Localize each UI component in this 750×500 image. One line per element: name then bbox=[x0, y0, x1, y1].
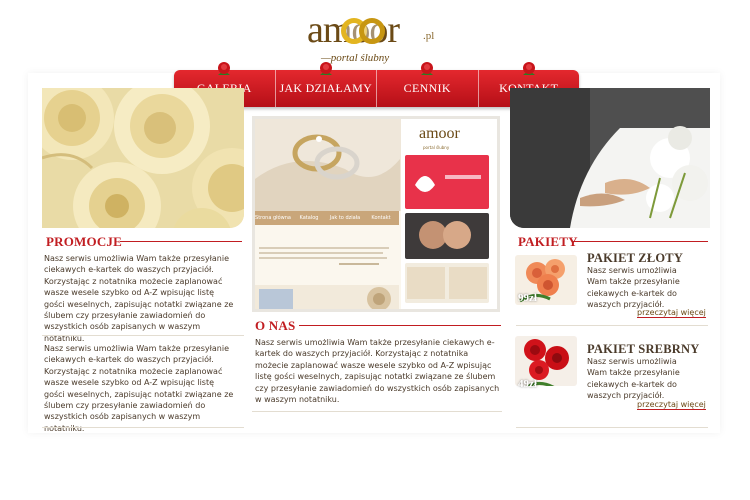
onas-heading: O NAS bbox=[255, 318, 296, 333]
nav-item-cennik[interactable]: CENNIK bbox=[377, 62, 479, 107]
rose-icon bbox=[319, 62, 332, 75]
rose-icon bbox=[218, 62, 231, 75]
divider bbox=[42, 427, 244, 428]
preview-logo-subtitle: portal ślubny bbox=[423, 145, 450, 150]
preview-thumbnails bbox=[405, 263, 489, 303]
preview-nav: Strona główna Katalog Jak to działa Kont… bbox=[255, 211, 399, 225]
promocje-paragraph: Nasz serwis umożliwia Wam także przesyła… bbox=[44, 254, 234, 343]
promocje-heading: PROMOCJE bbox=[46, 234, 122, 249]
preview-text-lines bbox=[259, 245, 395, 287]
wedding-photo bbox=[510, 88, 710, 228]
preview-nav-item: Katalog bbox=[299, 215, 319, 221]
preview-sidebar: amoor portal ślubny bbox=[401, 119, 497, 309]
ring-icon bbox=[359, 18, 385, 44]
preview-kiss-photo bbox=[405, 213, 489, 259]
gold-package-price: 99zł bbox=[518, 292, 537, 304]
silver-package-read-more[interactable]: przeczytaj więcej bbox=[637, 400, 706, 410]
pakiety-heading: PAKIETY bbox=[518, 234, 578, 249]
rose-icon bbox=[421, 62, 434, 75]
onas-paragraph: Nasz serwis umożliwia Wam także przesyła… bbox=[255, 338, 500, 405]
preview-nav-item: Kontakt bbox=[371, 215, 391, 221]
onas-divider bbox=[299, 325, 501, 326]
divider bbox=[42, 335, 244, 336]
gold-package-read-more[interactable]: przeczytaj więcej bbox=[637, 308, 706, 318]
silver-package-title: PAKIET SREBRNY bbox=[587, 342, 700, 356]
nav-item-jak-dzialamy[interactable]: JAK DZIAŁAMY bbox=[276, 62, 377, 107]
pakiety-divider bbox=[572, 241, 708, 242]
preview-red-card bbox=[405, 155, 489, 209]
preview-footer bbox=[255, 285, 399, 309]
gold-package-title: PAKIET ZŁOTY bbox=[587, 251, 684, 265]
preview-nav-item: Jak to działa bbox=[329, 215, 361, 221]
nav-label: JAK DZIAŁAMY bbox=[279, 81, 373, 95]
nav-label: CENNIK bbox=[403, 81, 451, 95]
site-logo[interactable]: amoor .pl —portal ślubny bbox=[305, 8, 455, 68]
promocje-divider bbox=[120, 241, 242, 242]
roses-photo bbox=[42, 88, 244, 228]
divider bbox=[516, 325, 708, 326]
silver-package-price: 49zł bbox=[518, 378, 537, 390]
preview-logo: amoor bbox=[419, 125, 460, 142]
divider bbox=[252, 411, 502, 412]
logo-domain: .pl bbox=[423, 30, 435, 42]
silver-package-text: Nasz serwis umożliwia Wam także przesyła… bbox=[587, 357, 680, 401]
gold-package-text: Nasz serwis umożliwia Wam także przesyła… bbox=[587, 266, 680, 310]
site-preview-image: Strona główna Katalog Jak to działa Kont… bbox=[252, 116, 500, 312]
promocje-paragraph: Nasz serwis umożliwia Wam także przesyła… bbox=[44, 344, 234, 433]
divider bbox=[516, 427, 708, 428]
rose-icon bbox=[522, 62, 535, 75]
preview-nav-item: Strona główna bbox=[255, 215, 291, 221]
